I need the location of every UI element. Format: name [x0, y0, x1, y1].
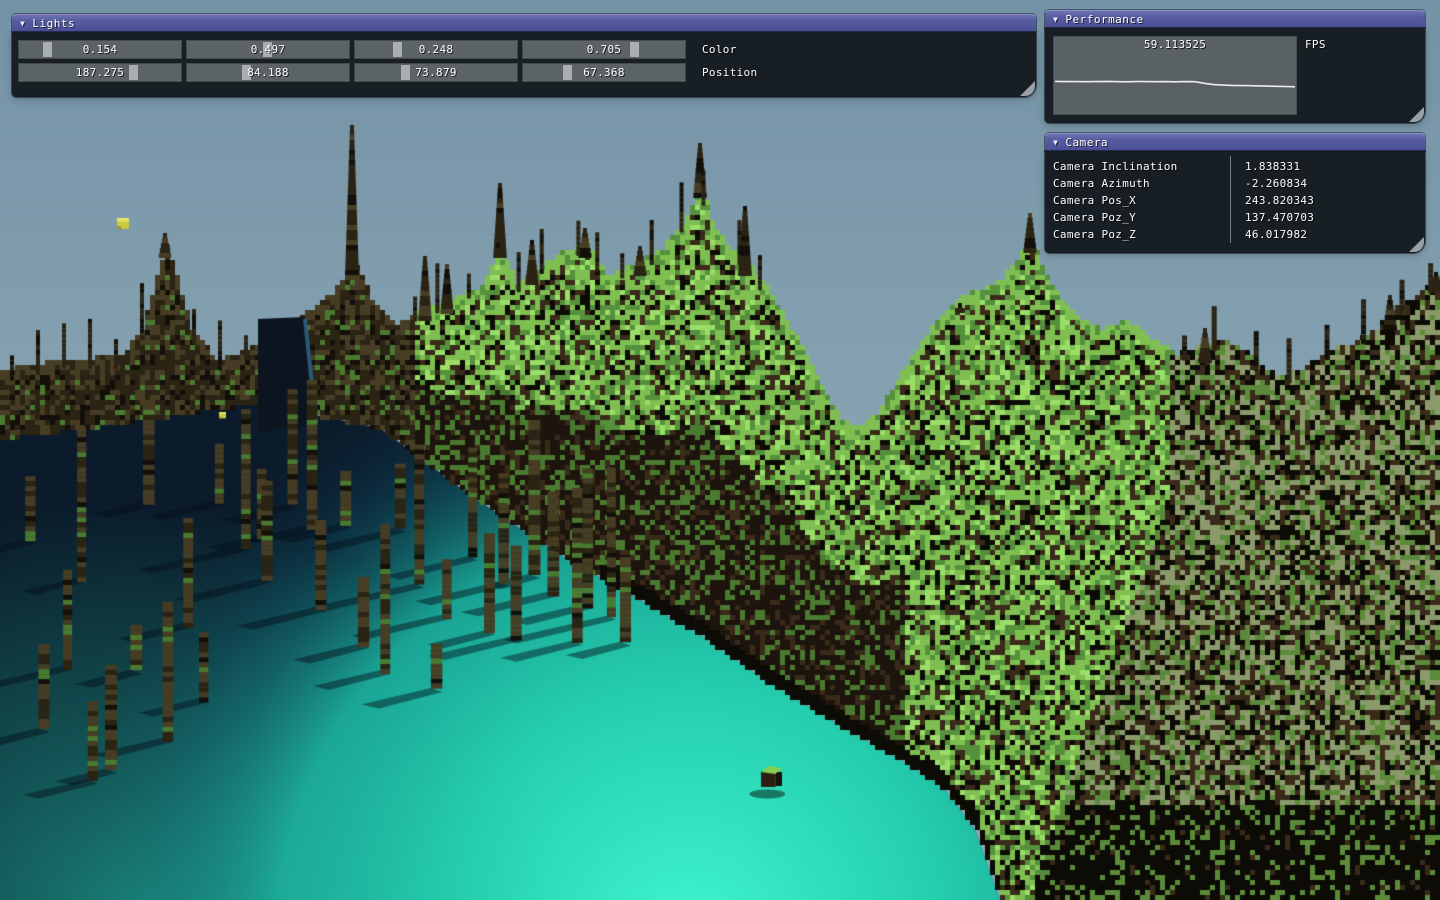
slider-value: 0.154 [18, 40, 182, 59]
camera-inclination-row[interactable]: Camera Inclination 1.838331 [1053, 158, 1417, 175]
camera-pos-x-row[interactable]: Camera Pos_X 243.820343 [1053, 192, 1417, 209]
camera-pos-y-value: 137.470703 [1237, 209, 1314, 226]
slider-value: 84.188 [186, 63, 350, 82]
light-color-row-label: Color [702, 40, 737, 59]
camera-panel-titlebar[interactable]: ▼ Camera [1045, 133, 1425, 151]
light-position-slider-4[interactable]: 67.368 [522, 63, 686, 82]
camera-inclination-value: 1.838331 [1237, 158, 1300, 175]
light-position-slider-3[interactable]: 73.879 [354, 63, 518, 82]
light-position-slider-2[interactable]: 84.188 [186, 63, 350, 82]
performance-panel: ▼ Performance 59.113525 FPS [1045, 10, 1425, 123]
slider-value: 187.275 [18, 63, 182, 82]
light-position-slider-1[interactable]: 187.275 [18, 63, 182, 82]
camera-pos-y-row[interactable]: Camera Poz_Y 137.470703 [1053, 209, 1417, 226]
performance-panel-title: Performance [1065, 13, 1143, 26]
lights-panel: ▼ Lights 0.154 0.497 0.248 0.705 [12, 14, 1036, 97]
camera-azimuth-value: -2.260834 [1237, 175, 1307, 192]
light-position-row-label: Position [702, 63, 757, 82]
panel-resize-grip[interactable] [1409, 237, 1424, 252]
light-color-slider-2[interactable]: 0.497 [186, 40, 350, 59]
camera-azimuth-label: Camera Azimuth [1053, 175, 1150, 192]
lights-panel-title: Lights [32, 17, 75, 30]
app-window: ▼ Lights 0.154 0.497 0.248 0.705 [0, 0, 1440, 900]
fps-label: FPS [1305, 38, 1326, 51]
lights-panel-body: 0.154 0.497 0.248 0.705 Color [12, 32, 1036, 97]
panel-resize-grip[interactable] [1409, 107, 1424, 122]
fps-value: 59.113525 [1053, 38, 1297, 51]
lights-panel-titlebar[interactable]: ▼ Lights [12, 14, 1036, 32]
light-color-slider-3[interactable]: 0.248 [354, 40, 518, 59]
camera-pos-y-label: Camera Poz_Y [1053, 209, 1136, 226]
camera-pos-x-label: Camera Pos_X [1053, 192, 1136, 209]
panel-resize-grip[interactable] [1020, 81, 1035, 96]
slider-value: 67.368 [522, 63, 686, 82]
collapse-triangle-icon[interactable]: ▼ [1053, 11, 1058, 29]
slider-value: 0.248 [354, 40, 518, 59]
light-color-slider-4[interactable]: 0.705 [522, 40, 686, 59]
fps-graph: 59.113525 [1053, 36, 1297, 115]
light-color-slider-1[interactable]: 0.154 [18, 40, 182, 59]
performance-panel-body: 59.113525 FPS [1045, 28, 1425, 123]
collapse-triangle-icon[interactable]: ▼ [1053, 134, 1058, 152]
slider-value: 73.879 [354, 63, 518, 82]
camera-pos-z-label: Camera Poz_Z [1053, 226, 1136, 243]
light-position-slider-row: 187.275 84.188 73.879 67.368 Position [18, 63, 686, 82]
slider-value: 0.705 [522, 40, 686, 59]
collapse-triangle-icon[interactable]: ▼ [20, 15, 25, 33]
slider-value: 0.497 [186, 40, 350, 59]
camera-panel: ▼ Camera Camera Inclination 1.838331 Came… [1045, 133, 1425, 253]
light-color-slider-row: 0.154 0.497 0.248 0.705 Color [18, 40, 686, 59]
camera-panel-title: Camera [1065, 136, 1108, 149]
camera-pos-x-value: 243.820343 [1237, 192, 1314, 209]
camera-panel-body: Camera Inclination 1.838331 Camera Azimu… [1045, 151, 1425, 253]
performance-panel-titlebar[interactable]: ▼ Performance [1045, 10, 1425, 28]
camera-pos-z-value: 46.017982 [1237, 226, 1307, 243]
camera-pos-z-row[interactable]: Camera Poz_Z 46.017982 [1053, 226, 1417, 243]
camera-azimuth-row[interactable]: Camera Azimuth -2.260834 [1053, 175, 1417, 192]
camera-inclination-label: Camera Inclination [1053, 158, 1178, 175]
